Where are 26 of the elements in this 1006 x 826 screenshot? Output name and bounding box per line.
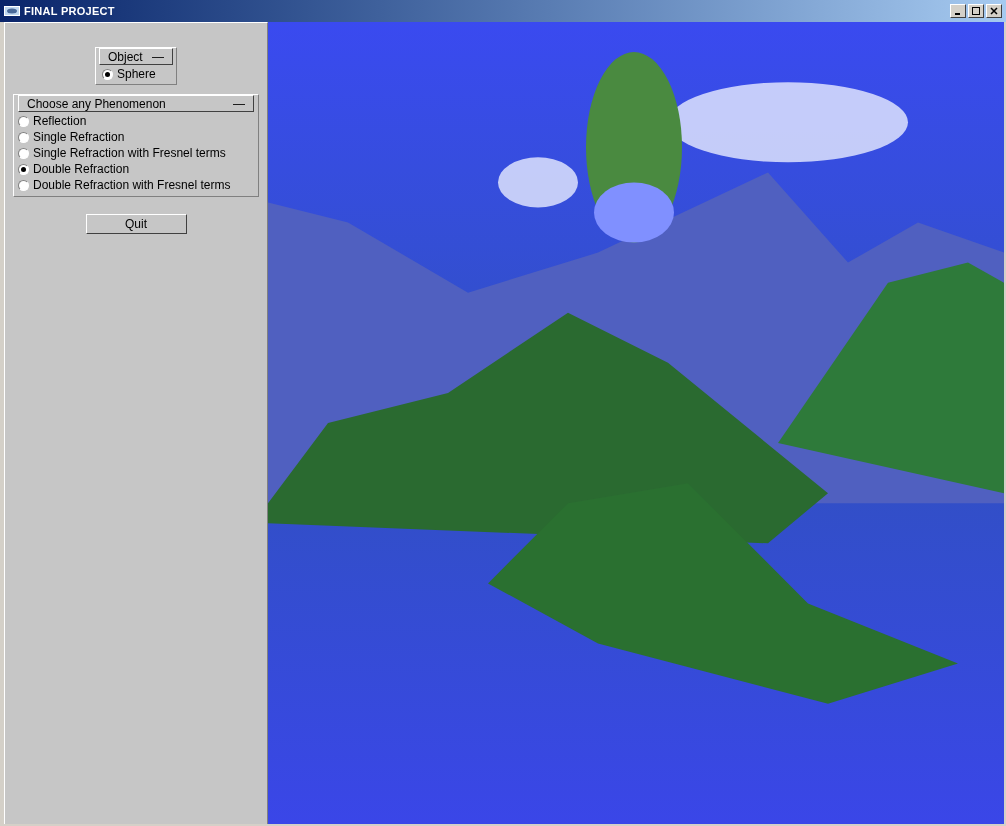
maximize-icon bbox=[972, 7, 980, 15]
panel-header[interactable]: Choose any Phenomenon — bbox=[18, 95, 254, 112]
option-label: Single Refraction bbox=[33, 129, 125, 145]
minimize-button[interactable] bbox=[950, 4, 966, 18]
option-label: Double Refraction bbox=[33, 161, 130, 177]
panel-title: Object bbox=[108, 48, 143, 65]
radio-button[interactable] bbox=[18, 115, 29, 127]
panel-title: Choose any Phenomenon bbox=[27, 95, 166, 112]
panel-header[interactable]: Object — bbox=[99, 48, 173, 65]
radio-button[interactable] bbox=[18, 163, 29, 175]
collapse-toggle[interactable]: — bbox=[152, 48, 164, 65]
radio-button[interactable] bbox=[18, 131, 29, 143]
option-label: Sphere bbox=[117, 66, 156, 82]
collapse-toggle[interactable]: — bbox=[233, 95, 245, 112]
radio-button[interactable] bbox=[18, 179, 29, 191]
maximize-button[interactable] bbox=[968, 4, 984, 18]
option-label: Reflection bbox=[33, 113, 87, 129]
radio-button[interactable] bbox=[18, 147, 29, 159]
option-label: Single Refraction with Fresnel terms bbox=[33, 145, 226, 161]
window-title: FINAL PROJECT bbox=[24, 3, 115, 19]
option-label: Double Refraction with Fresnel terms bbox=[33, 177, 231, 193]
radio-button[interactable] bbox=[102, 68, 113, 80]
app-icon bbox=[4, 6, 20, 16]
close-icon bbox=[990, 7, 998, 15]
close-button[interactable] bbox=[986, 4, 1002, 18]
quit-button[interactable]: Quit bbox=[85, 214, 187, 234]
